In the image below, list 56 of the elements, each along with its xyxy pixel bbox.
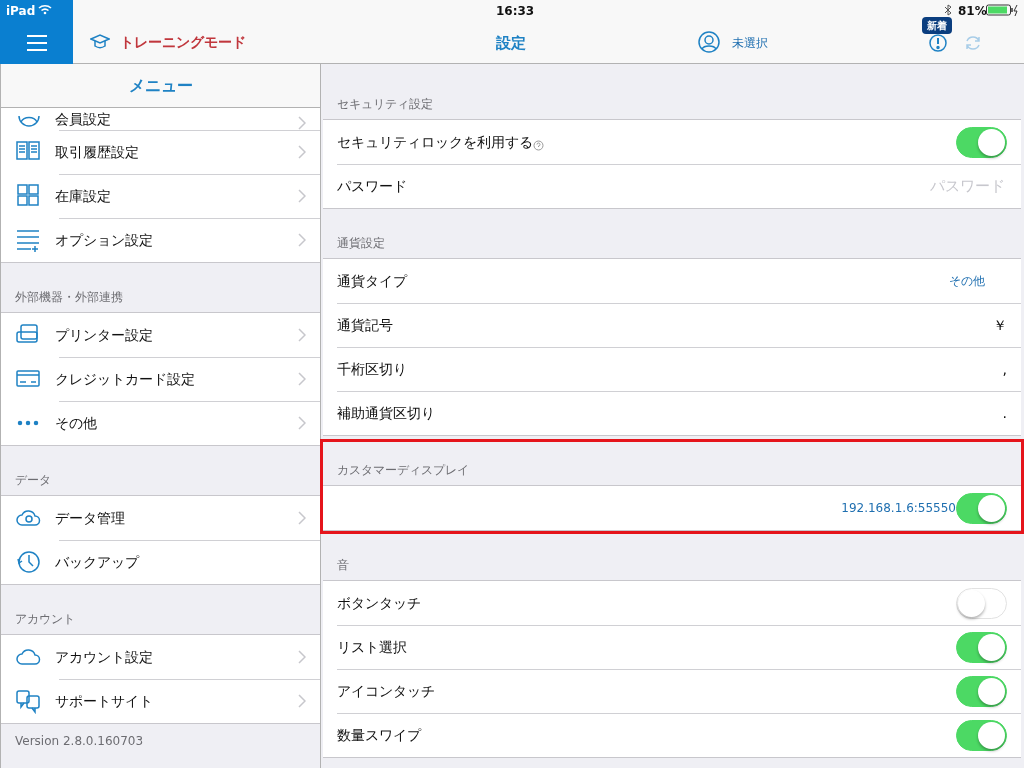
wifi-icon (38, 4, 52, 15)
menu-icon (24, 33, 49, 53)
chat-bubbles-icon (15, 688, 41, 714)
menu-item[interactable]: プリンター設定 (1, 313, 320, 357)
drawers-icon (15, 183, 41, 209)
setting-label: 通貨記号 (337, 315, 393, 335)
graduation-cap-icon (90, 33, 110, 49)
menu-item[interactable]: 会員設定 (1, 108, 320, 130)
version-label: Version 2.8.0.160703 (14, 733, 145, 750)
menu-item[interactable]: 在庫設定 (1, 174, 320, 218)
new-badge: 新着 (922, 17, 952, 34)
page-title: 設定 (496, 33, 526, 54)
menu-item[interactable]: バックアップ (1, 540, 320, 584)
menu-button[interactable] (0, 0, 73, 64)
ip-address: 192.168.1.6:55550 (841, 500, 956, 517)
setting-label: セキュリティロックを利用する (337, 132, 533, 152)
menu-item[interactable]: クレジットカード設定 (1, 357, 320, 401)
toggle-switch[interactable] (956, 675, 1007, 707)
setting-label: パスワード (337, 176, 407, 196)
menu-item[interactable]: オプション設定 (1, 218, 320, 262)
toggle-switch[interactable] (956, 126, 1007, 158)
dots-icon (15, 420, 41, 426)
battery-icon (986, 4, 1020, 16)
menu-item[interactable]: アカウント設定 (1, 635, 320, 679)
status-time: 16:33 (496, 3, 535, 20)
people-icon (15, 116, 41, 130)
training-mode-label: トレーニングモード (120, 33, 246, 52)
setting-label: 千桁区切り (337, 359, 407, 379)
toggle-switch[interactable] (956, 492, 1007, 524)
user-name[interactable]: 未選択 (732, 34, 768, 52)
device-name: iPad (6, 3, 36, 20)
clock-icon (15, 549, 41, 575)
menu-item[interactable]: その他 (1, 401, 320, 445)
setting-label: ボタンタッチ (337, 593, 421, 613)
setting-value: , (1002, 359, 1007, 379)
setting-value: ￥ (993, 315, 1007, 335)
menu-title: メニュー (1, 64, 320, 108)
list-add-icon (15, 227, 41, 253)
toggle-switch[interactable] (956, 631, 1007, 663)
toggle-switch[interactable] (956, 719, 1007, 751)
setting-label: 補助通貨区切り (337, 403, 435, 423)
refresh-icon (964, 34, 982, 52)
setting-value: . (1002, 403, 1007, 423)
setting-value[interactable]: その他 (949, 272, 985, 290)
bluetooth-icon (944, 4, 952, 16)
alert-icon (929, 34, 947, 52)
menu-item[interactable]: データ管理 (1, 496, 320, 540)
user-icon (698, 31, 720, 53)
setting-label: 通貨タイプ (337, 271, 407, 291)
setting-label: リスト選択 (337, 637, 407, 657)
toggle-switch[interactable] (956, 587, 1007, 619)
setting-label: アイコンタッチ (337, 681, 435, 701)
setting-label: 数量スワイプ (337, 725, 421, 745)
menu-item[interactable]: サポートサイト (1, 679, 320, 723)
battery-percent: 81% (958, 3, 987, 20)
menu-item[interactable]: 取引履歴設定 (1, 130, 320, 174)
